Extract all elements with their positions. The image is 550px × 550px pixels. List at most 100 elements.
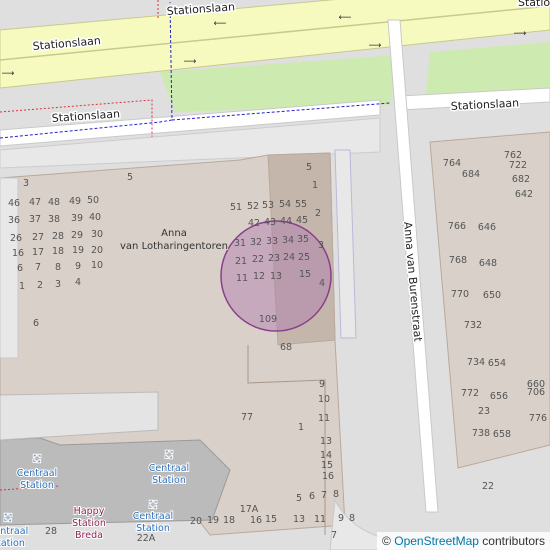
house-number: 12 bbox=[253, 271, 265, 282]
house-number: 40 bbox=[89, 212, 101, 223]
house-number: 8 bbox=[333, 489, 339, 500]
openstreetmap-link[interactable]: OpenStreetMap bbox=[394, 534, 479, 548]
house-number: 7 bbox=[331, 530, 337, 541]
oneway-arrow: ⟵ bbox=[339, 13, 352, 23]
house-number: 54 bbox=[279, 199, 291, 210]
poi-happy-line2: Station bbox=[72, 518, 106, 529]
bus-stop-icon: ⛶ bbox=[4, 513, 13, 524]
house-number: 17A bbox=[240, 504, 259, 515]
house-number: 28 bbox=[45, 526, 57, 537]
poi-happy-station[interactable]: Happy Station Breda bbox=[71, 505, 107, 542]
house-number: 46 bbox=[8, 198, 20, 209]
house-number: 28 bbox=[52, 231, 64, 242]
attribution-suffix: contributors bbox=[482, 534, 545, 548]
bus-stop-icon: ⛶ bbox=[149, 500, 158, 511]
house-number: 53 bbox=[262, 200, 274, 211]
bus-stop-icon: ⛶ bbox=[33, 454, 42, 465]
house-number: 51 bbox=[230, 202, 242, 213]
house-number: 16 bbox=[12, 248, 24, 259]
house-number: 11 bbox=[236, 273, 248, 284]
house-number: 31 bbox=[234, 238, 246, 249]
house-number: 4 bbox=[319, 278, 325, 289]
transit-label-line1: Centraal bbox=[17, 468, 57, 479]
house-number: 3 bbox=[55, 279, 61, 290]
house-number: 24 bbox=[283, 252, 295, 263]
house-number: 22A bbox=[137, 533, 156, 544]
house-number: 642 bbox=[515, 189, 533, 200]
poi-happy-line1: Happy bbox=[74, 506, 105, 517]
house-number: 55 bbox=[295, 199, 307, 210]
house-number: 37 bbox=[29, 214, 41, 225]
house-number: 32 bbox=[250, 237, 262, 248]
house-number: 50 bbox=[87, 195, 99, 206]
house-number: 13 bbox=[270, 271, 282, 282]
house-number: 33 bbox=[266, 236, 278, 247]
house-number: 34 bbox=[282, 235, 294, 246]
house-number: 20 bbox=[91, 245, 103, 256]
house-number: 10 bbox=[91, 260, 103, 271]
house-number: 734 bbox=[467, 357, 485, 368]
house-number: 646 bbox=[478, 222, 496, 233]
house-number: 16 bbox=[322, 471, 334, 482]
transit-label-line1: Centraal bbox=[0, 526, 28, 537]
house-number: 23 bbox=[478, 406, 490, 417]
oneway-arrow: ⟶ bbox=[514, 29, 527, 39]
house-number: 68 bbox=[280, 342, 292, 353]
house-number: 17 bbox=[32, 247, 44, 258]
house-number: 19 bbox=[207, 515, 219, 526]
house-number: 6 bbox=[33, 318, 39, 329]
house-number: 25 bbox=[298, 252, 310, 263]
house-number: 52 bbox=[247, 201, 259, 212]
bus-stop-icon: ⛶ bbox=[165, 450, 174, 461]
house-number: 766 bbox=[448, 221, 466, 232]
house-number: 27 bbox=[32, 232, 44, 243]
house-number: 48 bbox=[48, 197, 60, 208]
house-number: 6 bbox=[17, 263, 23, 274]
house-number: 1 bbox=[19, 281, 25, 292]
house-number: 10 bbox=[318, 394, 330, 405]
house-number: 1 bbox=[312, 180, 318, 191]
transit-label-line2: Station bbox=[152, 475, 186, 486]
copyright-symbol: © bbox=[382, 534, 391, 548]
house-number: 29 bbox=[71, 230, 83, 241]
house-number: 658 bbox=[493, 429, 511, 440]
house-number: 2 bbox=[315, 208, 321, 219]
house-number: 43 bbox=[264, 217, 276, 228]
house-number: 7 bbox=[321, 490, 327, 501]
house-number: 654 bbox=[488, 358, 506, 369]
house-number: 18 bbox=[52, 246, 64, 257]
house-number: 9 bbox=[319, 379, 325, 390]
house-number: 648 bbox=[479, 258, 497, 269]
house-number: 30 bbox=[91, 229, 103, 240]
house-number: 764 bbox=[443, 158, 461, 169]
house-number: 682 bbox=[512, 174, 530, 185]
house-number: 22 bbox=[252, 254, 264, 265]
house-number: 656 bbox=[490, 391, 508, 402]
house-number: 11 bbox=[314, 514, 326, 525]
house-number: 684 bbox=[462, 169, 480, 180]
house-number: 772 bbox=[461, 388, 479, 399]
house-number: 21 bbox=[235, 256, 247, 267]
house-number: 770 bbox=[451, 289, 469, 300]
house-number: 109 bbox=[259, 314, 277, 325]
house-number: 776 bbox=[529, 413, 547, 424]
house-number: 15 bbox=[265, 514, 277, 525]
house-number: 44 bbox=[280, 216, 292, 227]
house-number: 6 bbox=[309, 491, 315, 502]
poi-happy-line3: Breda bbox=[75, 530, 103, 541]
house-number: 15 bbox=[321, 460, 333, 471]
oneway-arrow: ⟶ bbox=[369, 41, 382, 51]
map-canvas[interactable]: ⟵ ⟵ ⟵ ⟶ ⟶ ⟶ ⟶ Statio Stationslaan Statio… bbox=[0, 0, 550, 550]
house-number: 732 bbox=[464, 320, 482, 331]
transit-label-line2: Station bbox=[20, 480, 54, 491]
house-number: 13 bbox=[293, 514, 305, 525]
house-number: 1 bbox=[298, 422, 304, 433]
transit-label-line1: Centraal bbox=[149, 463, 189, 474]
house-number: 19 bbox=[72, 245, 84, 256]
house-number: 9 bbox=[338, 513, 344, 524]
house-number: 23 bbox=[268, 253, 280, 264]
house-number: 722 bbox=[509, 160, 527, 171]
house-number: 16 bbox=[250, 515, 262, 526]
transit-label-line2: Station bbox=[0, 538, 25, 549]
house-number: 26 bbox=[10, 233, 22, 244]
